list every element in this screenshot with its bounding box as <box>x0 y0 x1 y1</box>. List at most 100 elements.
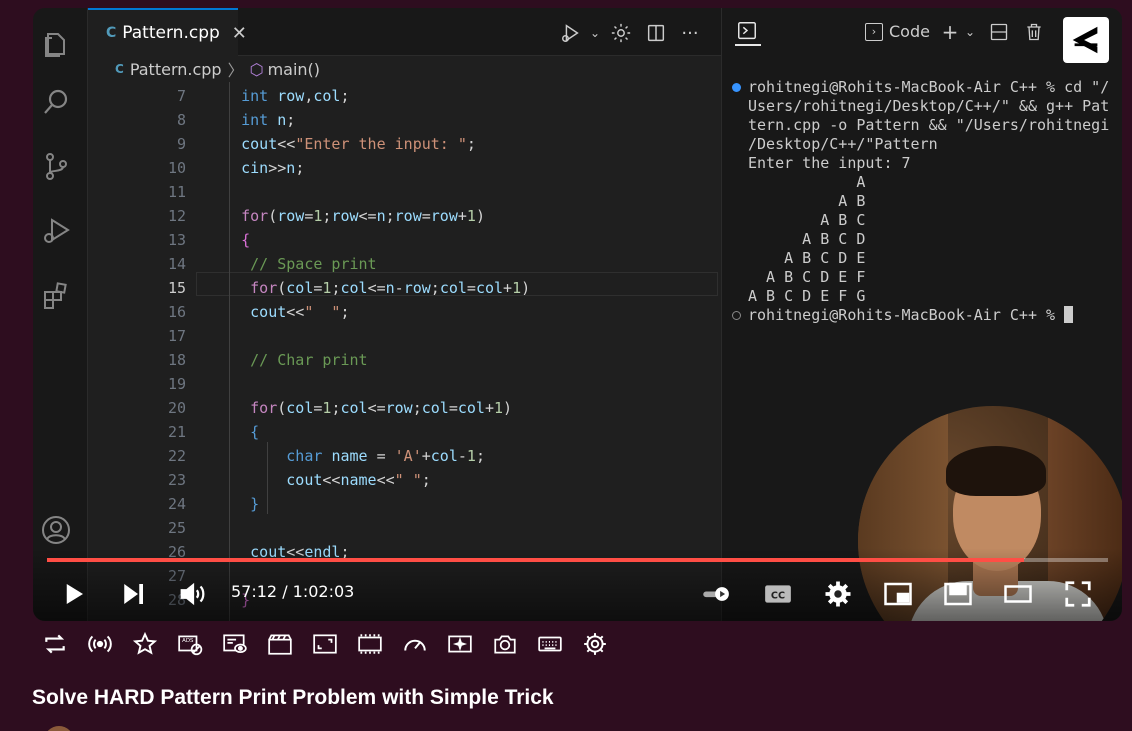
terminal-tab-icon[interactable] <box>735 20 761 46</box>
code-line[interactable]: 12 for(row=1;row<=n;row=row+1) <box>88 204 733 228</box>
camera-icon[interactable] <box>488 627 522 661</box>
gear-icon[interactable] <box>608 20 634 46</box>
video-player[interactable]: C Pattern.cpp ✕ ⌄ ··· C Pattern.cpp 〉 ⬡ … <box>33 8 1122 621</box>
volume-button[interactable] <box>175 576 211 612</box>
terminal-prompt-line[interactable]: rohitnegi@Rohits-MacBook-Air C++ % <box>732 306 1122 325</box>
svg-text:ADS: ADS <box>182 638 194 644</box>
terminal-line-text: A B C D E F G <box>748 287 866 305</box>
command-success-dot-icon <box>732 83 741 92</box>
settings-gear-icon[interactable] <box>820 576 856 612</box>
run-debug-icon[interactable] <box>37 210 75 250</box>
miniplayer-button[interactable] <box>880 576 916 612</box>
editor-tab-bar: C Pattern.cpp ✕ ⌄ ··· <box>88 8 733 56</box>
next-button[interactable] <box>115 576 151 612</box>
terminal-line: Users/rohitnegi/Desktop/C++/" && g++ Pat <box>732 97 1122 116</box>
tab-pattern-cpp[interactable]: C Pattern.cpp ✕ <box>88 8 247 56</box>
trash-icon[interactable] <box>1022 20 1046 44</box>
star-icon[interactable] <box>128 627 162 661</box>
breadcrumb-file[interactable]: Pattern.cpp <box>130 60 222 79</box>
channel-avatar[interactable] <box>44 726 74 731</box>
explorer-icon[interactable] <box>37 24 75 64</box>
account-icon[interactable] <box>37 510 75 550</box>
code-line[interactable]: 23 cout<<name<<" "; <box>88 468 733 492</box>
aspect-ratio-icon[interactable] <box>308 627 342 661</box>
play-button[interactable] <box>55 576 91 612</box>
terminal-line-text: /Desktop/C++/"Pattern <box>748 135 938 153</box>
terminal-line: rohitnegi@Rohits-MacBook-Air C++ % cd "/ <box>732 78 1122 97</box>
terminal-line: tern.cpp -o Pattern && "/Users/rohitnegi <box>732 116 1122 135</box>
code-line[interactable]: 22 char name = 'A'+col-1; <box>88 444 733 468</box>
close-tab-icon[interactable]: ✕ <box>232 23 247 44</box>
code-text: char name = 'A'+col-1; <box>286 447 485 465</box>
line-number: 20 <box>167 399 186 417</box>
code-line[interactable]: 16 cout<<" "; <box>88 300 733 324</box>
code-line[interactable]: 7 int row,col; <box>88 84 733 108</box>
run-icon[interactable] <box>558 20 584 46</box>
film-strip-icon[interactable] <box>353 627 387 661</box>
code-line[interactable]: 24 } <box>88 492 733 516</box>
picture-in-picture-icon[interactable] <box>218 627 252 661</box>
gear-icon[interactable] <box>578 627 612 661</box>
code-text: for(col=1;col<=n-row;col=col+1) <box>250 279 531 297</box>
code-line[interactable]: 8 int n; <box>88 108 733 132</box>
code-line[interactable]: 21 { <box>88 420 733 444</box>
code-text: // Space print <box>250 255 377 273</box>
code-area[interactable]: 7 int row,col; 8 int n; 9 cout<<"Enter the… <box>88 82 733 621</box>
code-line[interactable]: 11 <box>88 180 733 204</box>
chevron-down-icon[interactable]: ⌄ <box>582 20 608 46</box>
search-icon[interactable] <box>37 82 75 122</box>
terminal-profile-label: Code <box>889 22 930 41</box>
terminal-line-text: A B C D E <box>748 249 866 267</box>
chevron-down-icon[interactable]: ⌄ <box>958 20 982 44</box>
sparkle-icon[interactable] <box>443 627 477 661</box>
code-text: cout<<" "; <box>250 303 350 321</box>
video-title[interactable]: Solve HARD Pattern Print Problem with Si… <box>32 686 554 710</box>
code-line[interactable]: 19 <box>88 372 733 396</box>
line-number: 14 <box>167 255 186 273</box>
split-terminal-icon[interactable] <box>987 20 1011 44</box>
terminal-line-text: tern.cpp -o Pattern && "/Users/rohitnegi <box>748 116 1110 134</box>
code-line[interactable]: 14 // Space print <box>88 252 733 276</box>
code-line[interactable]: 15 for(col=1;col<=n-row;col=col+1) <box>88 276 733 300</box>
terminal-cursor <box>1064 306 1074 323</box>
ads-blocked-icon[interactable]: ADS <box>173 627 207 661</box>
loop-icon[interactable] <box>38 627 72 661</box>
line-number: 19 <box>167 375 186 393</box>
line-number: 11 <box>167 183 186 201</box>
terminal-line-text: A <box>748 173 866 191</box>
fullscreen-button[interactable] <box>1060 576 1096 612</box>
keyboard-icon[interactable] <box>533 627 567 661</box>
code-line[interactable]: 13 { <box>88 228 733 252</box>
code-line[interactable]: 20 for(col=1;col<=row;col=col+1) <box>88 396 733 420</box>
code-line[interactable]: 17 <box>88 324 733 348</box>
picture-in-picture-button[interactable] <box>940 576 976 612</box>
theater-mode-button[interactable] <box>1000 576 1036 612</box>
speedometer-icon[interactable] <box>398 627 432 661</box>
captions-button[interactable]: CC <box>760 576 796 612</box>
progress-bar[interactable] <box>47 558 1108 562</box>
broadcast-icon[interactable] <box>83 627 117 661</box>
code-line[interactable]: 25 <box>88 516 733 540</box>
method-cube-icon: ⬡ <box>249 59 264 79</box>
more-icon[interactable]: ··· <box>677 20 703 46</box>
code-line[interactable]: 18 // Char print <box>88 348 733 372</box>
line-number: 13 <box>167 231 186 249</box>
line-number: 25 <box>167 519 186 537</box>
activity-bar <box>33 8 88 621</box>
code-line[interactable]: 9 cout<<"Enter the input: "; <box>88 132 733 156</box>
terminal-line: A <box>732 173 1122 192</box>
code-line[interactable]: 10 cin>>n; <box>88 156 733 180</box>
code-editor[interactable]: C Pattern.cpp ✕ ⌄ ··· C Pattern.cpp 〉 ⬡ … <box>88 8 733 621</box>
terminal-output[interactable]: rohitnegi@Rohits-MacBook-Air C++ % cd "/… <box>732 78 1122 325</box>
terminal-profile-selector[interactable]: › Code <box>865 22 930 41</box>
progress-fill <box>47 558 1025 562</box>
breadcrumb-symbol[interactable]: main() <box>268 60 320 79</box>
terminal-line: /Desktop/C++/"Pattern <box>732 135 1122 154</box>
source-control-icon[interactable] <box>37 146 75 186</box>
extensions-icon[interactable] <box>37 276 75 316</box>
clapper-icon[interactable] <box>263 627 297 661</box>
code-text: for(row=1;row<=n;row=row+1) <box>241 207 485 225</box>
terminal-line-text: Users/rohitnegi/Desktop/C++/" && g++ Pat <box>748 97 1110 115</box>
autoplay-toggle[interactable] <box>693 576 741 612</box>
split-editor-icon[interactable] <box>643 20 669 46</box>
